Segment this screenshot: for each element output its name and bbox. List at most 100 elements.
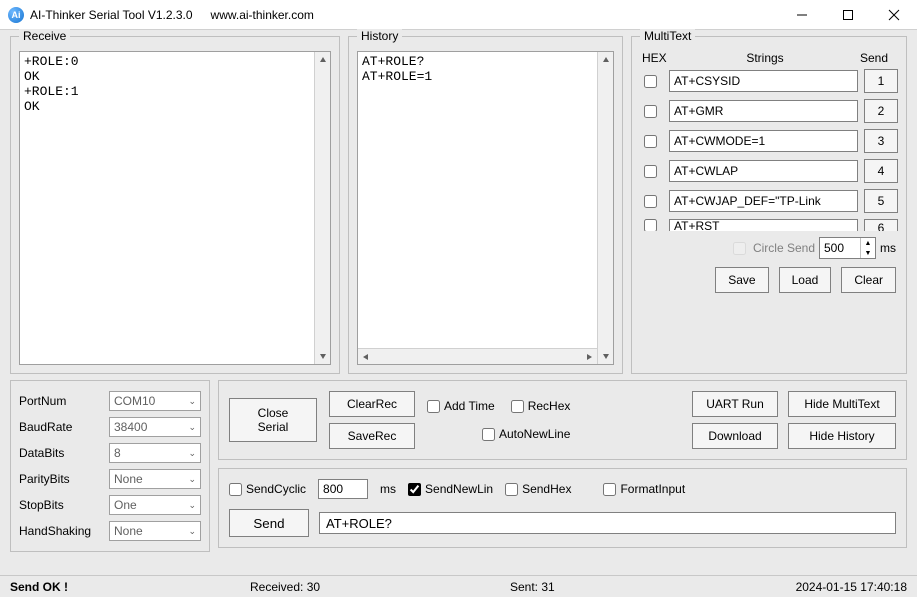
multitext-send-button[interactable]: 5 — [864, 189, 898, 213]
circle-send-value[interactable] — [820, 241, 860, 255]
scroll-down-icon[interactable] — [315, 348, 330, 364]
stopbits-combo[interactable]: One⌄ — [109, 495, 201, 515]
multitext-head-hex: HEX — [642, 51, 678, 65]
history-hscrollbar[interactable] — [358, 348, 597, 364]
actions-panel: Close Serial ClearRec SaveRec Add Time R… — [218, 380, 907, 460]
history-textarea[interactable]: AT+ROLE? AT+ROLE=1 — [358, 52, 597, 348]
scroll-down-icon[interactable] — [598, 348, 613, 364]
multitext-string-input[interactable] — [669, 219, 858, 231]
multitext-hex-checkbox[interactable] — [644, 195, 657, 208]
hide-history-button[interactable]: Hide History — [788, 423, 896, 449]
chevron-down-icon: ⌄ — [188, 474, 196, 485]
history-vscrollbar[interactable] — [597, 52, 613, 364]
multitext-string-input[interactable] — [669, 100, 858, 122]
databits-combo[interactable]: 8⌄ — [109, 443, 201, 463]
scroll-left-icon[interactable] — [358, 349, 374, 364]
portnum-combo[interactable]: COM10⌄ — [109, 391, 201, 411]
command-input[interactable] — [319, 512, 896, 534]
minimize-button[interactable] — [779, 0, 825, 30]
close-serial-button[interactable]: Close Serial — [229, 398, 317, 442]
send-hex-label: SendHex — [522, 482, 571, 496]
multitext-send-button[interactable]: 3 — [864, 129, 898, 153]
multitext-save-button[interactable]: Save — [715, 267, 768, 293]
multitext-send-button[interactable]: 6 — [864, 219, 898, 231]
auto-newline-label: AutoNewLine — [499, 427, 570, 441]
multitext-group: MultiText HEX Strings Send 123456 Circle… — [631, 36, 907, 374]
multitext-string-input[interactable] — [669, 130, 858, 152]
add-time-label: Add Time — [444, 399, 495, 413]
multitext-hex-checkbox[interactable] — [644, 165, 657, 178]
send-cyclic-value[interactable] — [318, 479, 368, 499]
download-button[interactable]: Download — [692, 423, 778, 449]
send-hex-checkbox[interactable] — [505, 483, 518, 496]
circle-send-label: Circle Send — [753, 241, 815, 255]
hide-multitext-button[interactable]: Hide MultiText — [788, 391, 896, 417]
spin-up-icon[interactable]: ▲ — [861, 238, 875, 248]
multitext-row: 4 — [640, 159, 898, 183]
paritybits-combo[interactable]: None⌄ — [109, 469, 201, 489]
chevron-down-icon: ⌄ — [188, 396, 196, 407]
status-datetime: 2024-01-15 17:40:18 — [796, 580, 907, 594]
scroll-up-icon[interactable] — [315, 52, 330, 68]
multitext-row: 2 — [640, 99, 898, 123]
receive-textarea[interactable]: +ROLE:0 OK +ROLE:1 OK — [20, 52, 314, 364]
chevron-down-icon: ⌄ — [188, 526, 196, 537]
receive-legend: Receive — [19, 29, 70, 43]
multitext-hex-checkbox[interactable] — [644, 135, 657, 148]
multitext-string-input[interactable] — [669, 190, 858, 212]
databits-label: DataBits — [19, 446, 109, 460]
chevron-down-icon: ⌄ — [188, 448, 196, 459]
app-url-text: www.ai-thinker.com — [211, 8, 314, 22]
multitext-hex-checkbox[interactable] — [644, 105, 657, 118]
app-title-text: AI-Thinker Serial Tool V1.2.3.0 — [30, 8, 193, 22]
multitext-row: 3 — [640, 129, 898, 153]
format-input-checkbox[interactable] — [603, 483, 616, 496]
circle-send-checkbox[interactable] — [733, 242, 746, 255]
rec-hex-label: RecHex — [528, 399, 571, 413]
uart-run-button[interactable]: UART Run — [692, 391, 778, 417]
circle-send-spinner[interactable]: ▲ ▼ — [819, 237, 876, 259]
receive-group: Receive +ROLE:0 OK +ROLE:1 OK — [10, 36, 340, 374]
clear-rec-button[interactable]: ClearRec — [329, 391, 415, 417]
multitext-string-input[interactable] — [669, 70, 858, 92]
multitext-hex-checkbox[interactable] — [644, 219, 657, 231]
send-cyclic-label: SendCyclic — [246, 482, 306, 496]
history-group: History AT+ROLE? AT+ROLE=1 — [348, 36, 623, 374]
multitext-string-input[interactable] — [669, 160, 858, 182]
baudrate-label: BaudRate — [19, 420, 109, 434]
rec-hex-checkbox[interactable] — [511, 400, 524, 413]
multitext-hex-checkbox[interactable] — [644, 75, 657, 88]
multitext-clear-button[interactable]: Clear — [841, 267, 896, 293]
auto-newline-checkbox[interactable] — [482, 428, 495, 441]
multitext-send-button[interactable]: 1 — [864, 69, 898, 93]
send-newline-label: SendNewLin — [425, 482, 493, 496]
handshaking-label: HandShaking — [19, 524, 109, 538]
add-time-checkbox[interactable] — [427, 400, 440, 413]
send-cyclic-checkbox[interactable] — [229, 483, 242, 496]
receive-scrollbar[interactable] — [314, 52, 330, 364]
baudrate-combo[interactable]: 38400⌄ — [109, 417, 201, 437]
close-button[interactable] — [871, 0, 917, 30]
maximize-button[interactable] — [825, 0, 871, 30]
multitext-head-send: Send — [852, 51, 896, 65]
scroll-right-icon[interactable] — [581, 349, 597, 364]
title-bar: Ai AI-Thinker Serial Tool V1.2.3.0 www.ai… — [0, 0, 917, 30]
status-sent: Sent: 31 — [510, 580, 796, 594]
save-rec-button[interactable]: SaveRec — [329, 423, 415, 449]
handshaking-combo[interactable]: None⌄ — [109, 521, 201, 541]
app-icon: Ai — [8, 7, 24, 23]
multitext-load-button[interactable]: Load — [779, 267, 832, 293]
send-panel: SendCyclic ms SendNewLin SendHex FormatI… — [218, 468, 907, 548]
spin-down-icon[interactable]: ▼ — [861, 248, 875, 258]
multitext-send-button[interactable]: 2 — [864, 99, 898, 123]
history-legend: History — [357, 29, 402, 43]
multitext-row: 6 — [640, 219, 898, 231]
status-received: Received: 30 — [250, 580, 510, 594]
send-newline-checkbox[interactable] — [408, 483, 421, 496]
multitext-send-button[interactable]: 4 — [864, 159, 898, 183]
multitext-head-strings: Strings — [678, 51, 852, 65]
scroll-up-icon[interactable] — [598, 52, 613, 68]
send-cyclic-unit: ms — [380, 482, 396, 496]
multitext-row: 5 — [640, 189, 898, 213]
send-button[interactable]: Send — [229, 509, 309, 537]
